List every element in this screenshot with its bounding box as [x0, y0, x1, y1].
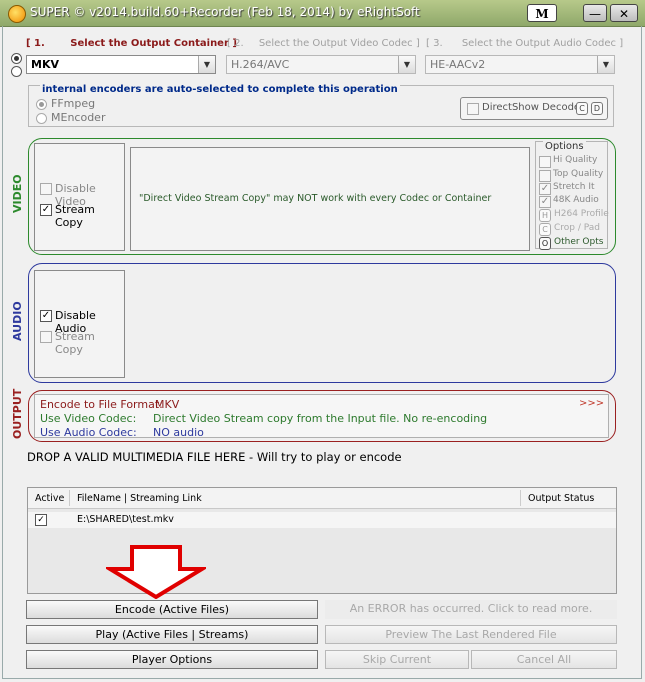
col-filename-header[interactable]: FileName | Streaming Link — [77, 493, 202, 504]
audio-codec-select-value: HE-AACv2 — [430, 58, 486, 71]
encoder-note: internal encoders are auto-selected to c… — [40, 84, 400, 95]
video-message: "Direct Video Stream Copy" may NOT work … — [139, 193, 492, 204]
mode-radio-2[interactable] — [11, 66, 22, 77]
video-section-label: VIDEO — [11, 174, 24, 213]
close-button[interactable]: ✕ — [610, 4, 638, 22]
container-select[interactable]: MKV ▼ — [26, 55, 216, 74]
step-3-label: Select the Output Audio Codec ] — [461, 38, 624, 49]
step-1-label: Select the Output Container ] — [70, 38, 237, 49]
video-options-panel: Disable Video ✓ Stream Copy — [34, 143, 125, 251]
app-icon — [8, 5, 26, 23]
directshow-d-button[interactable]: D — [591, 102, 603, 115]
step-2-label: Select the Output Video Codec ] — [258, 38, 420, 49]
disable-audio-checkbox[interactable]: ✓ — [40, 310, 52, 322]
step-2-number: [ 2. — [227, 38, 244, 49]
play-button[interactable]: Play (Active Files | Streams) — [26, 625, 318, 644]
top-quality-label: Top Quality — [553, 169, 604, 179]
other-opts-label: Other Opts — [554, 237, 604, 247]
chevron-down-icon: ▼ — [398, 56, 415, 73]
ffmpeg-label: FFmpeg — [51, 97, 96, 110]
minimize-button[interactable]: — — [583, 4, 607, 22]
stretch-it-checkbox[interactable]: ✓ — [539, 183, 551, 195]
col-active-header[interactable]: Active — [35, 493, 64, 504]
chevron-down-icon: ▼ — [198, 56, 215, 73]
top-quality-checkbox[interactable] — [539, 170, 551, 182]
step-2-header: [ 2. Select the Output Video Codec ] — [227, 38, 420, 49]
stream-copy-checkbox[interactable]: ✓ — [40, 204, 52, 216]
video-codec-select-value: H.264/AVC — [231, 58, 290, 71]
skip-current-button[interactable]: Skip Current — [325, 650, 469, 669]
hi-quality-checkbox[interactable] — [539, 156, 551, 168]
mode-radio-1[interactable] — [11, 53, 22, 64]
48k-audio-label: 48K Audio — [553, 195, 599, 205]
window-title: SUPER © v2014.build.60+Recorder (Feb 18,… — [30, 5, 420, 19]
container-select-value: MKV — [31, 58, 59, 71]
encode-button[interactable]: Encode (Active Files) — [26, 600, 318, 619]
stream-copy-label: Stream Copy — [55, 203, 95, 229]
step-1-number: [ 1. — [26, 38, 45, 49]
error-message-button[interactable]: An ERROR has occurred. Click to read mor… — [325, 600, 617, 619]
other-opts-button[interactable]: O — [539, 237, 551, 250]
h264-profile-button[interactable]: H — [539, 209, 551, 222]
mencoder-label: MEncoder — [51, 111, 106, 124]
audio-section-label: AUDIO — [11, 301, 24, 341]
table-row[interactable]: ✓ E:\SHARED\test.mkv — [28, 512, 616, 528]
output-audio-label: Use Audio Codec: — [40, 426, 137, 439]
disable-video-checkbox[interactable] — [40, 183, 52, 195]
video-message-panel: "Direct Video Stream Copy" may NOT work … — [130, 147, 530, 251]
directshow-label: DirectShow Decode — [482, 102, 581, 113]
drop-zone-text: DROP A VALID MULTIMEDIA FILE HERE - Will… — [27, 450, 402, 464]
output-format-value: MKV — [155, 398, 180, 411]
directshow-checkbox[interactable] — [467, 103, 479, 115]
col-status-header[interactable]: Output Status — [528, 493, 594, 504]
preview-button[interactable]: Preview The Last Rendered File — [325, 625, 617, 644]
stretch-it-label: Stretch It — [553, 182, 595, 192]
column-divider — [69, 490, 70, 506]
step-1-header: [ 1. Select the Output Container ] — [26, 38, 237, 49]
directshow-c-button[interactable]: C — [576, 102, 588, 115]
video-codec-select[interactable]: H.264/AVC ▼ — [226, 55, 416, 74]
crop-pad-label: Crop / Pad — [554, 223, 601, 233]
hi-quality-label: Hi Quality — [553, 155, 598, 165]
title-bar[interactable]: SUPER © v2014.build.60+Recorder (Feb 18,… — [0, 0, 645, 27]
audio-options-panel: ✓ Disable Audio Stream Copy — [34, 270, 125, 378]
chevron-down-icon: ▼ — [597, 56, 614, 73]
48k-audio-checkbox[interactable]: ✓ — [539, 196, 551, 208]
row-active-checkbox[interactable]: ✓ — [35, 514, 47, 526]
audio-stream-copy-label: Stream Copy — [55, 330, 95, 356]
options-title: Options — [543, 141, 586, 152]
output-video-label: Use Video Codec: — [40, 412, 137, 425]
row-file-path: E:\SHARED\test.mkv — [77, 514, 174, 525]
ffmpeg-radio[interactable] — [36, 99, 47, 110]
output-video-value: Direct Video Stream copy from the Input … — [153, 412, 488, 425]
output-format-label: Encode to File Format: — [40, 398, 163, 411]
h264-profile-label: H264 Profile — [554, 209, 609, 219]
directshow-decode-box: DirectShow Decode C D — [460, 97, 608, 120]
player-options-button[interactable]: Player Options — [26, 650, 318, 669]
column-divider — [520, 490, 521, 506]
mencoder-radio[interactable] — [36, 113, 47, 124]
output-summary-panel[interactable]: Encode to File Format: MKV Use Video Cod… — [34, 394, 609, 439]
output-audio-value: NO audio — [153, 426, 204, 439]
step-3-number: [ 3. — [426, 38, 443, 49]
crop-pad-button[interactable]: C — [539, 223, 551, 236]
cancel-all-button[interactable]: Cancel All — [471, 650, 617, 669]
red-arrow-annotation — [106, 545, 206, 599]
output-section-label: OUTPUT — [11, 388, 24, 439]
step-3-header: [ 3. Select the Output Audio Codec ] — [426, 38, 623, 49]
audio-stream-copy-checkbox[interactable] — [40, 331, 52, 343]
output-more-button[interactable]: >>> — [579, 398, 604, 409]
audio-codec-select[interactable]: HE-AACv2 ▼ — [425, 55, 615, 74]
m-button[interactable]: M — [527, 4, 557, 22]
